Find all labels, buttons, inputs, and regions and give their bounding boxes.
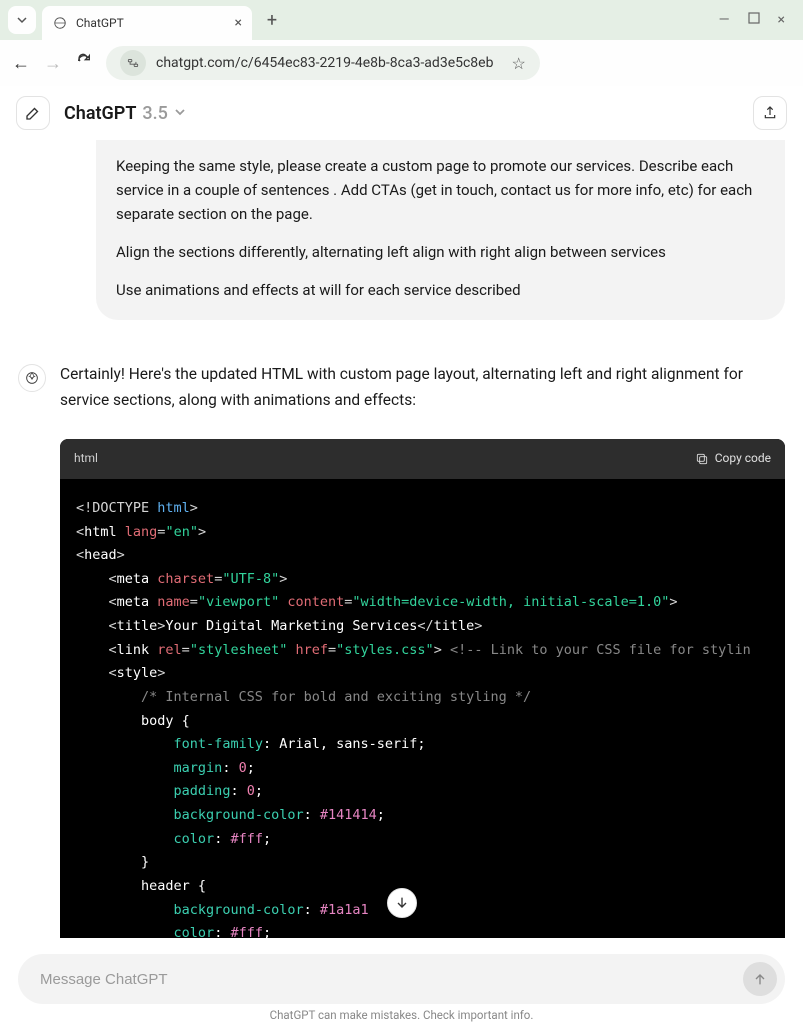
arrow-up-icon [752,971,768,987]
share-button[interactable] [753,96,787,130]
maximize-button[interactable] [748,12,760,28]
copy-code-button[interactable]: Copy code [695,449,771,469]
assistant-avatar [18,364,46,392]
conversation: Keeping the same style, please create a … [0,140,803,938]
new-tab-button[interactable]: + [258,6,286,34]
code-body[interactable]: <!DOCTYPE html> <html lang="en"> <head> … [60,479,785,938]
code-language-label: html [74,449,98,469]
user-text: Keeping the same style, please create a … [116,154,765,226]
app-header: ChatGPT 3.5 [0,86,803,140]
arrow-down-icon [394,895,410,911]
composer[interactable] [18,954,785,1004]
reload-button[interactable] [76,53,92,73]
brand-name: ChatGPT [64,103,136,124]
model-version: 3.5 [142,103,167,124]
forward-button[interactable]: → [44,53,62,74]
copy-code-label: Copy code [715,449,771,469]
bookmark-button[interactable]: ☆ [511,54,525,73]
tab-title: ChatGPT [76,16,227,30]
browser-tab[interactable]: ChatGPT × [42,6,252,40]
page-content: ChatGPT 3.5 Keeping the same style, plea… [0,86,803,1026]
copy-icon [695,452,709,466]
footer-disclaimer: ChatGPT can make mistakes. Check importa… [0,1008,803,1022]
user-text: Use animations and effects at will for e… [116,278,765,302]
openai-icon [24,370,40,386]
model-selector[interactable]: ChatGPT 3.5 [64,103,186,124]
code-block: html Copy code <!DOCTYPE html> <html lan… [60,439,785,938]
tab-search-button[interactable] [8,6,36,34]
site-info-icon[interactable] [120,50,146,76]
tab-close-button[interactable]: × [235,15,242,31]
chevron-down-icon [174,106,186,121]
assistant-message: Certainly! Here's the updated HTML with … [18,362,785,938]
code-header: html Copy code [60,439,785,479]
message-input[interactable] [40,971,743,988]
browser-toolbar: ← → chatgpt.com/c/6454ec83-2219-4e8b-8ca… [0,40,803,86]
url-text: chatgpt.com/c/6454ec83-2219-4e8b-8ca3-ad… [156,55,493,71]
send-button[interactable] [743,962,777,996]
back-button[interactable]: ← [12,53,30,74]
chevron-down-icon [16,14,28,26]
minimize-button[interactable]: — [719,12,730,28]
user-text: Align the sections differently, alternat… [116,240,765,264]
new-chat-button[interactable] [16,96,50,130]
assistant-text: Certainly! Here's the updated HTML with … [60,362,785,413]
browser-tab-strip: ChatGPT × + — × [0,0,803,40]
composer-area [18,954,785,1004]
address-bar[interactable]: chatgpt.com/c/6454ec83-2219-4e8b-8ca3-ad… [106,46,540,80]
close-window-button[interactable]: × [778,12,785,28]
compose-icon [24,104,42,122]
assistant-body: Certainly! Here's the updated HTML with … [60,362,785,938]
upload-icon [762,105,778,121]
favicon-icon [52,15,68,31]
scroll-to-bottom-button[interactable] [387,888,417,918]
window-controls: — × [719,12,795,28]
user-message: Keeping the same style, please create a … [96,140,785,320]
